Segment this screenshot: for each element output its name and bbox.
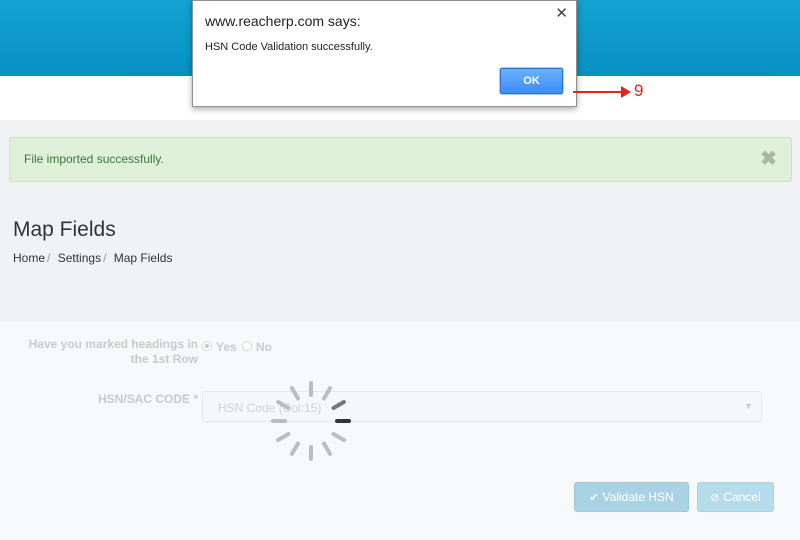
spinner-segment xyxy=(322,441,332,456)
close-icon[interactable]: ✖ xyxy=(760,149,777,169)
validate-hsn-label: Validate HSN xyxy=(602,490,674,504)
breadcrumb-current: Map Fields xyxy=(113,251,173,265)
ok-button[interactable]: OK xyxy=(500,68,563,94)
spinner-segment xyxy=(276,400,291,410)
close-icon[interactable]: ✕ xyxy=(555,4,568,22)
radio-yes[interactable] xyxy=(202,341,212,351)
breadcrumb-separator: / xyxy=(47,251,51,265)
radio-no-label[interactable]: No xyxy=(256,340,272,354)
cancel-label: Cancel xyxy=(723,490,761,504)
alert-message: File imported successfully. xyxy=(24,152,164,166)
annotation-arrow-icon xyxy=(573,86,631,98)
breadcrumb-separator: / xyxy=(103,251,107,265)
cancel-button[interactable]: ⊘ Cancel xyxy=(697,482,774,512)
success-alert: File imported successfully. ✖ xyxy=(9,137,792,182)
radio-yes-label[interactable]: Yes xyxy=(216,340,237,354)
breadcrumb: Home / Settings / Map Fields xyxy=(13,251,172,265)
validate-hsn-button[interactable]: ✔ Validate HSN xyxy=(574,482,689,512)
alert-dialog: www.reacherp.com says: ✕ HSN Code Valida… xyxy=(192,0,577,107)
spinner-segment xyxy=(322,386,332,401)
headings-question-label: Have you marked headings in the 1st Row xyxy=(28,337,198,366)
chevron-down-icon: ▼ xyxy=(744,401,753,411)
dialog-title: www.reacherp.com says: xyxy=(205,13,361,29)
spinner-segment xyxy=(331,400,346,410)
radio-no[interactable] xyxy=(242,341,252,351)
ban-icon: ⊘ xyxy=(710,491,720,504)
breadcrumb-settings[interactable]: Settings xyxy=(58,251,101,265)
page-title: Map Fields xyxy=(13,218,116,241)
spinner-segment xyxy=(276,432,291,442)
spinner-segment xyxy=(290,386,300,401)
check-icon: ✔ xyxy=(589,491,599,504)
breadcrumb-home[interactable]: Home xyxy=(13,251,45,265)
spinner-segment xyxy=(331,432,346,442)
annotation-step-number: 9 xyxy=(634,81,644,100)
spinner-segment xyxy=(290,441,300,456)
hsn-sac-code-label: HSN/SAC CODE * xyxy=(97,392,198,406)
loading-spinner-icon xyxy=(271,381,351,461)
dialog-message: HSN Code Validation successfully. xyxy=(205,41,373,53)
